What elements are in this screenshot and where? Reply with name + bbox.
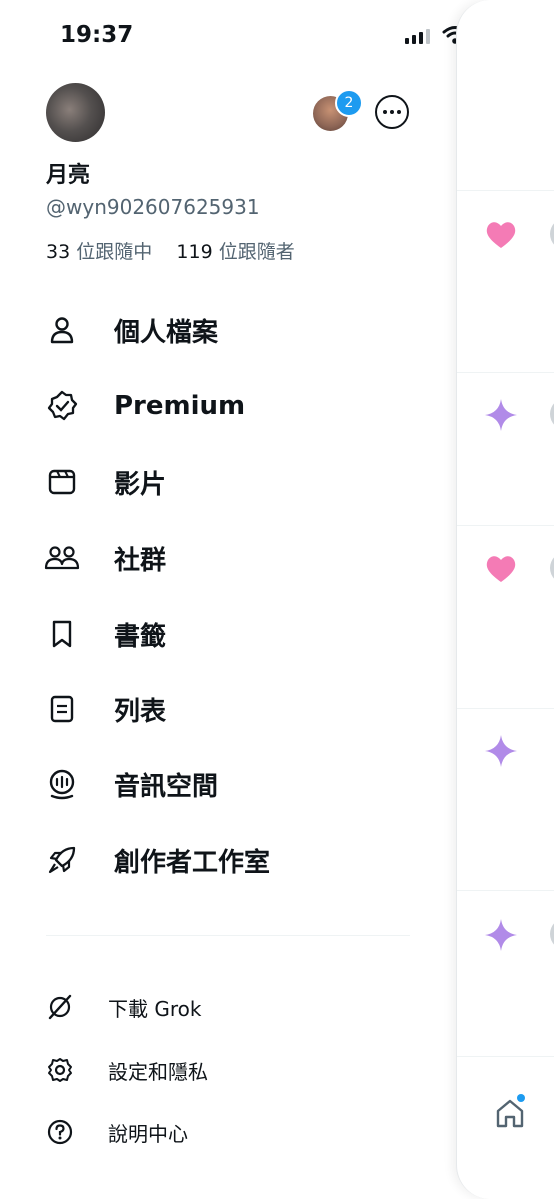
follow-stats: 33 位跟隨中 119 位跟隨者 bbox=[46, 237, 295, 264]
timeline-peek-panel[interactable] bbox=[456, 0, 554, 1199]
menu-item-communities[interactable]: 社群 bbox=[44, 536, 166, 580]
menu-item-bookmarks[interactable]: 書籤 bbox=[44, 612, 166, 656]
followers-label: 位跟隨者 bbox=[218, 241, 295, 263]
following-label: 位跟隨中 bbox=[76, 241, 153, 263]
help-icon bbox=[44, 1116, 76, 1148]
verified-badge-icon bbox=[44, 388, 80, 424]
menu-item-video[interactable]: 影片 bbox=[44, 460, 166, 504]
menu-item-label: 社群 bbox=[114, 545, 167, 576]
menu-item-creator-studio[interactable]: 創作者工作室 bbox=[44, 838, 270, 882]
sparkle-icon bbox=[485, 735, 517, 767]
menu-item-label: 下載 Grok bbox=[108, 996, 202, 1021]
rocket-icon bbox=[44, 842, 80, 878]
heart-icon bbox=[486, 222, 516, 248]
spaces-icon bbox=[44, 766, 80, 802]
gear-icon bbox=[44, 1054, 76, 1086]
list-icon bbox=[44, 691, 80, 727]
menu-item-settings-privacy[interactable]: 設定和隱私 bbox=[44, 1052, 208, 1088]
menu-item-label: 列表 bbox=[114, 696, 167, 727]
more-options-icon[interactable] bbox=[375, 95, 409, 129]
menu-item-label: 說明中心 bbox=[108, 1121, 188, 1146]
avatar[interactable] bbox=[46, 83, 105, 142]
menu-item-profile[interactable]: 個人檔案 bbox=[44, 308, 218, 352]
person-icon bbox=[44, 312, 80, 348]
cellular-signal-icon bbox=[405, 28, 430, 44]
sparkle-icon bbox=[485, 919, 517, 951]
communities-icon bbox=[44, 540, 80, 576]
following-count: 33 bbox=[46, 241, 71, 263]
menu-item-label: 音訊空間 bbox=[114, 771, 219, 802]
menu-item-spaces[interactable]: 音訊空間 bbox=[44, 762, 218, 806]
status-time: 19:37 bbox=[60, 22, 134, 48]
grok-icon bbox=[44, 991, 76, 1023]
menu-item-label: 書籤 bbox=[114, 621, 167, 652]
menu-item-label: 影片 bbox=[114, 469, 167, 500]
menu-item-premium[interactable]: Premium bbox=[44, 384, 245, 428]
menu-item-lists[interactable]: 列表 bbox=[44, 687, 166, 731]
menu-item-download-grok[interactable]: 下載 Grok bbox=[44, 989, 201, 1025]
menu-item-label: 設定和隱私 bbox=[108, 1059, 208, 1084]
bookmark-icon bbox=[44, 616, 80, 652]
profile-handle[interactable]: @wyn902607625931 bbox=[46, 195, 260, 219]
menu-divider bbox=[46, 935, 410, 936]
menu-item-help-center[interactable]: 說明中心 bbox=[44, 1114, 188, 1150]
following-link[interactable]: 33 位跟隨中 bbox=[46, 241, 152, 263]
notification-badge: 2 bbox=[335, 89, 363, 117]
profile-name[interactable]: 月亮 bbox=[46, 157, 90, 189]
menu-item-label: 個人檔案 bbox=[114, 317, 219, 348]
sparkle-icon bbox=[485, 399, 517, 431]
followers-count: 119 bbox=[176, 241, 213, 263]
followers-link[interactable]: 119 位跟隨者 bbox=[176, 241, 294, 263]
heart-icon bbox=[486, 556, 516, 582]
menu-item-label: Premium bbox=[114, 391, 246, 421]
new-content-dot bbox=[517, 1094, 525, 1102]
video-icon bbox=[44, 464, 80, 500]
menu-item-label: 創作者工作室 bbox=[114, 847, 271, 878]
